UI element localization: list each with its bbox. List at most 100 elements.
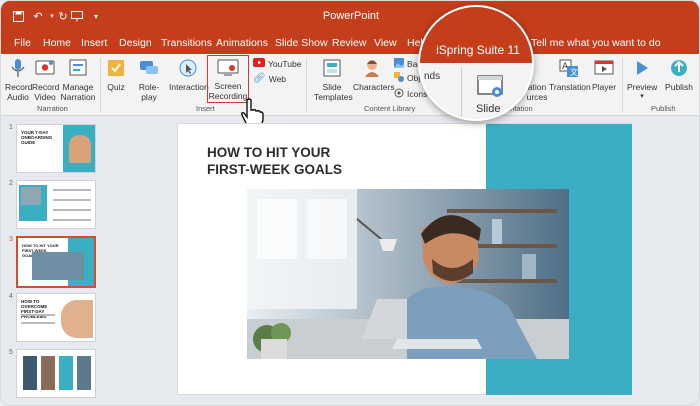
manage-narration-icon bbox=[60, 58, 96, 80]
objects-icon bbox=[394, 72, 404, 84]
slide-canvas[interactable]: HOW TO HIT YOUR FIRST-WEEK GOALS bbox=[177, 123, 632, 395]
ribbon: Record Audio Record Video Manage Narrati… bbox=[1, 54, 699, 116]
quiz-label: Quiz bbox=[107, 82, 125, 92]
characters-button[interactable]: Characters bbox=[353, 58, 395, 92]
thumb-line bbox=[53, 189, 91, 191]
group-separator bbox=[100, 58, 101, 112]
content-library-group-label: Content Library bbox=[364, 104, 416, 113]
microphone-icon bbox=[5, 58, 31, 80]
record-video-button[interactable]: Record Video bbox=[32, 58, 60, 102]
record-audio-label: Record Audio bbox=[5, 82, 33, 102]
web-label: Web bbox=[268, 73, 287, 84]
player-label: Player bbox=[591, 82, 617, 92]
quiz-icon bbox=[105, 58, 127, 80]
backgrounds-icon bbox=[394, 58, 404, 70]
interaction-button[interactable]: Interaction bbox=[169, 58, 209, 92]
quiz-button[interactable]: Quiz bbox=[105, 58, 127, 92]
screen-recording-icon bbox=[208, 59, 248, 79]
translation-icon: A文 bbox=[549, 58, 589, 80]
thumb-line bbox=[21, 314, 55, 316]
screen-recording-button[interactable]: Screen Recording bbox=[207, 55, 249, 103]
thumb-photo bbox=[21, 187, 41, 205]
tab-view[interactable]: View bbox=[374, 37, 397, 49]
slide-thumbnail-3[interactable]: HOW TO HIT YOUR FIRST-WEEK GOALS bbox=[16, 236, 96, 288]
thumb-photo bbox=[61, 300, 93, 338]
ispring-suite-zoom-callout: iSpring Suite 11 nds Slide bbox=[418, 5, 534, 121]
group-separator bbox=[461, 67, 462, 117]
player-icon bbox=[591, 58, 617, 80]
manage-narration-button[interactable]: Manage Narration bbox=[60, 58, 96, 102]
manage-narration-label: Manage Narration bbox=[60, 82, 96, 102]
publish-icon bbox=[663, 58, 695, 80]
tab-design[interactable]: Design bbox=[119, 37, 152, 49]
ribbon-tabs: File Home Insert Design Transitions Anim… bbox=[1, 32, 699, 54]
icons-icon bbox=[394, 88, 404, 100]
slide-number: 5 bbox=[9, 349, 13, 356]
role-play-button[interactable]: Role-play bbox=[132, 58, 166, 102]
slide-title[interactable]: HOW TO HIT YOUR FIRST-WEEK GOALS bbox=[207, 144, 387, 178]
youtube-label: YouTube bbox=[268, 58, 302, 69]
tab-home[interactable]: Home bbox=[43, 37, 71, 49]
slide-properties-button[interactable]: Slide bbox=[476, 103, 500, 115]
slide-thumbnail-1[interactable]: YOUR 7-DAY ONBOARDING GUIDE bbox=[16, 124, 96, 173]
tab-ispring-suite[interactable]: iSpring Suite 11 bbox=[420, 43, 532, 57]
translation-button[interactable]: A文 Translation bbox=[549, 58, 591, 92]
interaction-icon bbox=[169, 58, 207, 80]
slide-templates-label: Slide Templates bbox=[314, 82, 353, 102]
slide-templates-button[interactable]: Slide Templates bbox=[314, 58, 353, 102]
role-play-label: Role-play bbox=[138, 82, 160, 102]
record-audio-button[interactable]: Record Audio bbox=[5, 58, 33, 102]
thumb-photo bbox=[41, 356, 55, 390]
slide-photo[interactable] bbox=[247, 189, 569, 359]
preview-label: Preview bbox=[627, 82, 658, 92]
publish-label: Publish bbox=[665, 82, 693, 92]
thumb-line bbox=[21, 322, 55, 324]
record-video-label: Record Video bbox=[32, 82, 60, 102]
thumb-line bbox=[53, 199, 91, 201]
slide-thumbnail-2[interactable] bbox=[16, 180, 96, 229]
objects-button[interactable]: Obj bbox=[394, 72, 420, 84]
group-separator bbox=[622, 58, 623, 112]
slide-thumbnail-4[interactable]: HOW TO OVERCOME FIRST-DAY PROBLEMS bbox=[16, 293, 96, 342]
thumb-photo bbox=[77, 356, 91, 390]
thumb-photo bbox=[59, 356, 73, 390]
slide-number: 1 bbox=[9, 124, 13, 131]
youtube-icon bbox=[253, 58, 265, 69]
tab-slide-show[interactable]: Slide Show bbox=[275, 37, 328, 49]
slide-number: 2 bbox=[9, 180, 13, 187]
title-bar: ↶ ▾ ↻ ▾ PowerPoint bbox=[1, 1, 699, 32]
youtube-button[interactable]: YouTube bbox=[253, 58, 301, 69]
slide-properties-icon bbox=[477, 75, 505, 104]
slide-thumbnail-5[interactable] bbox=[16, 349, 96, 398]
slide-number: 3 bbox=[9, 236, 13, 243]
icons-button[interactable]: Icons bbox=[394, 88, 427, 100]
translation-label: Translation bbox=[549, 82, 591, 92]
tab-animations[interactable]: Animations bbox=[216, 37, 268, 49]
preview-icon bbox=[627, 58, 657, 80]
app-title: PowerPoint bbox=[322, 10, 380, 22]
callout-partial-label: nds bbox=[424, 71, 441, 82]
thumb-photo bbox=[69, 135, 91, 163]
preview-button[interactable]: Preview ▾ bbox=[627, 58, 657, 102]
insert-group-label: Insert bbox=[196, 104, 215, 113]
narration-group-label: Narration bbox=[37, 104, 68, 113]
tab-transitions[interactable]: Transitions bbox=[161, 37, 212, 49]
tab-insert[interactable]: Insert bbox=[81, 37, 107, 49]
tab-file[interactable]: File bbox=[14, 37, 31, 49]
characters-icon bbox=[353, 58, 391, 80]
web-button[interactable]: 🔗︎ Web bbox=[253, 73, 286, 84]
characters-label: Characters bbox=[353, 82, 395, 92]
tell-me-search[interactable]: Tell me what you want to do bbox=[531, 37, 661, 49]
thumb-line bbox=[53, 209, 91, 211]
preview-dropdown-icon[interactable]: ▾ bbox=[627, 92, 657, 102]
tab-review[interactable]: Review bbox=[332, 37, 366, 49]
thumb-photo bbox=[32, 252, 84, 280]
role-play-icon bbox=[132, 58, 166, 80]
interaction-label: Interaction bbox=[169, 82, 209, 92]
slide-number: 4 bbox=[9, 293, 13, 300]
slides-pane: 1 YOUR 7-DAY ONBOARDING GUIDE 2 3 HOW TO… bbox=[1, 116, 107, 405]
player-button[interactable]: Player bbox=[591, 58, 617, 92]
group-separator bbox=[306, 58, 307, 112]
publish-button[interactable]: Publish bbox=[663, 58, 695, 92]
svg-text:文: 文 bbox=[570, 67, 578, 77]
